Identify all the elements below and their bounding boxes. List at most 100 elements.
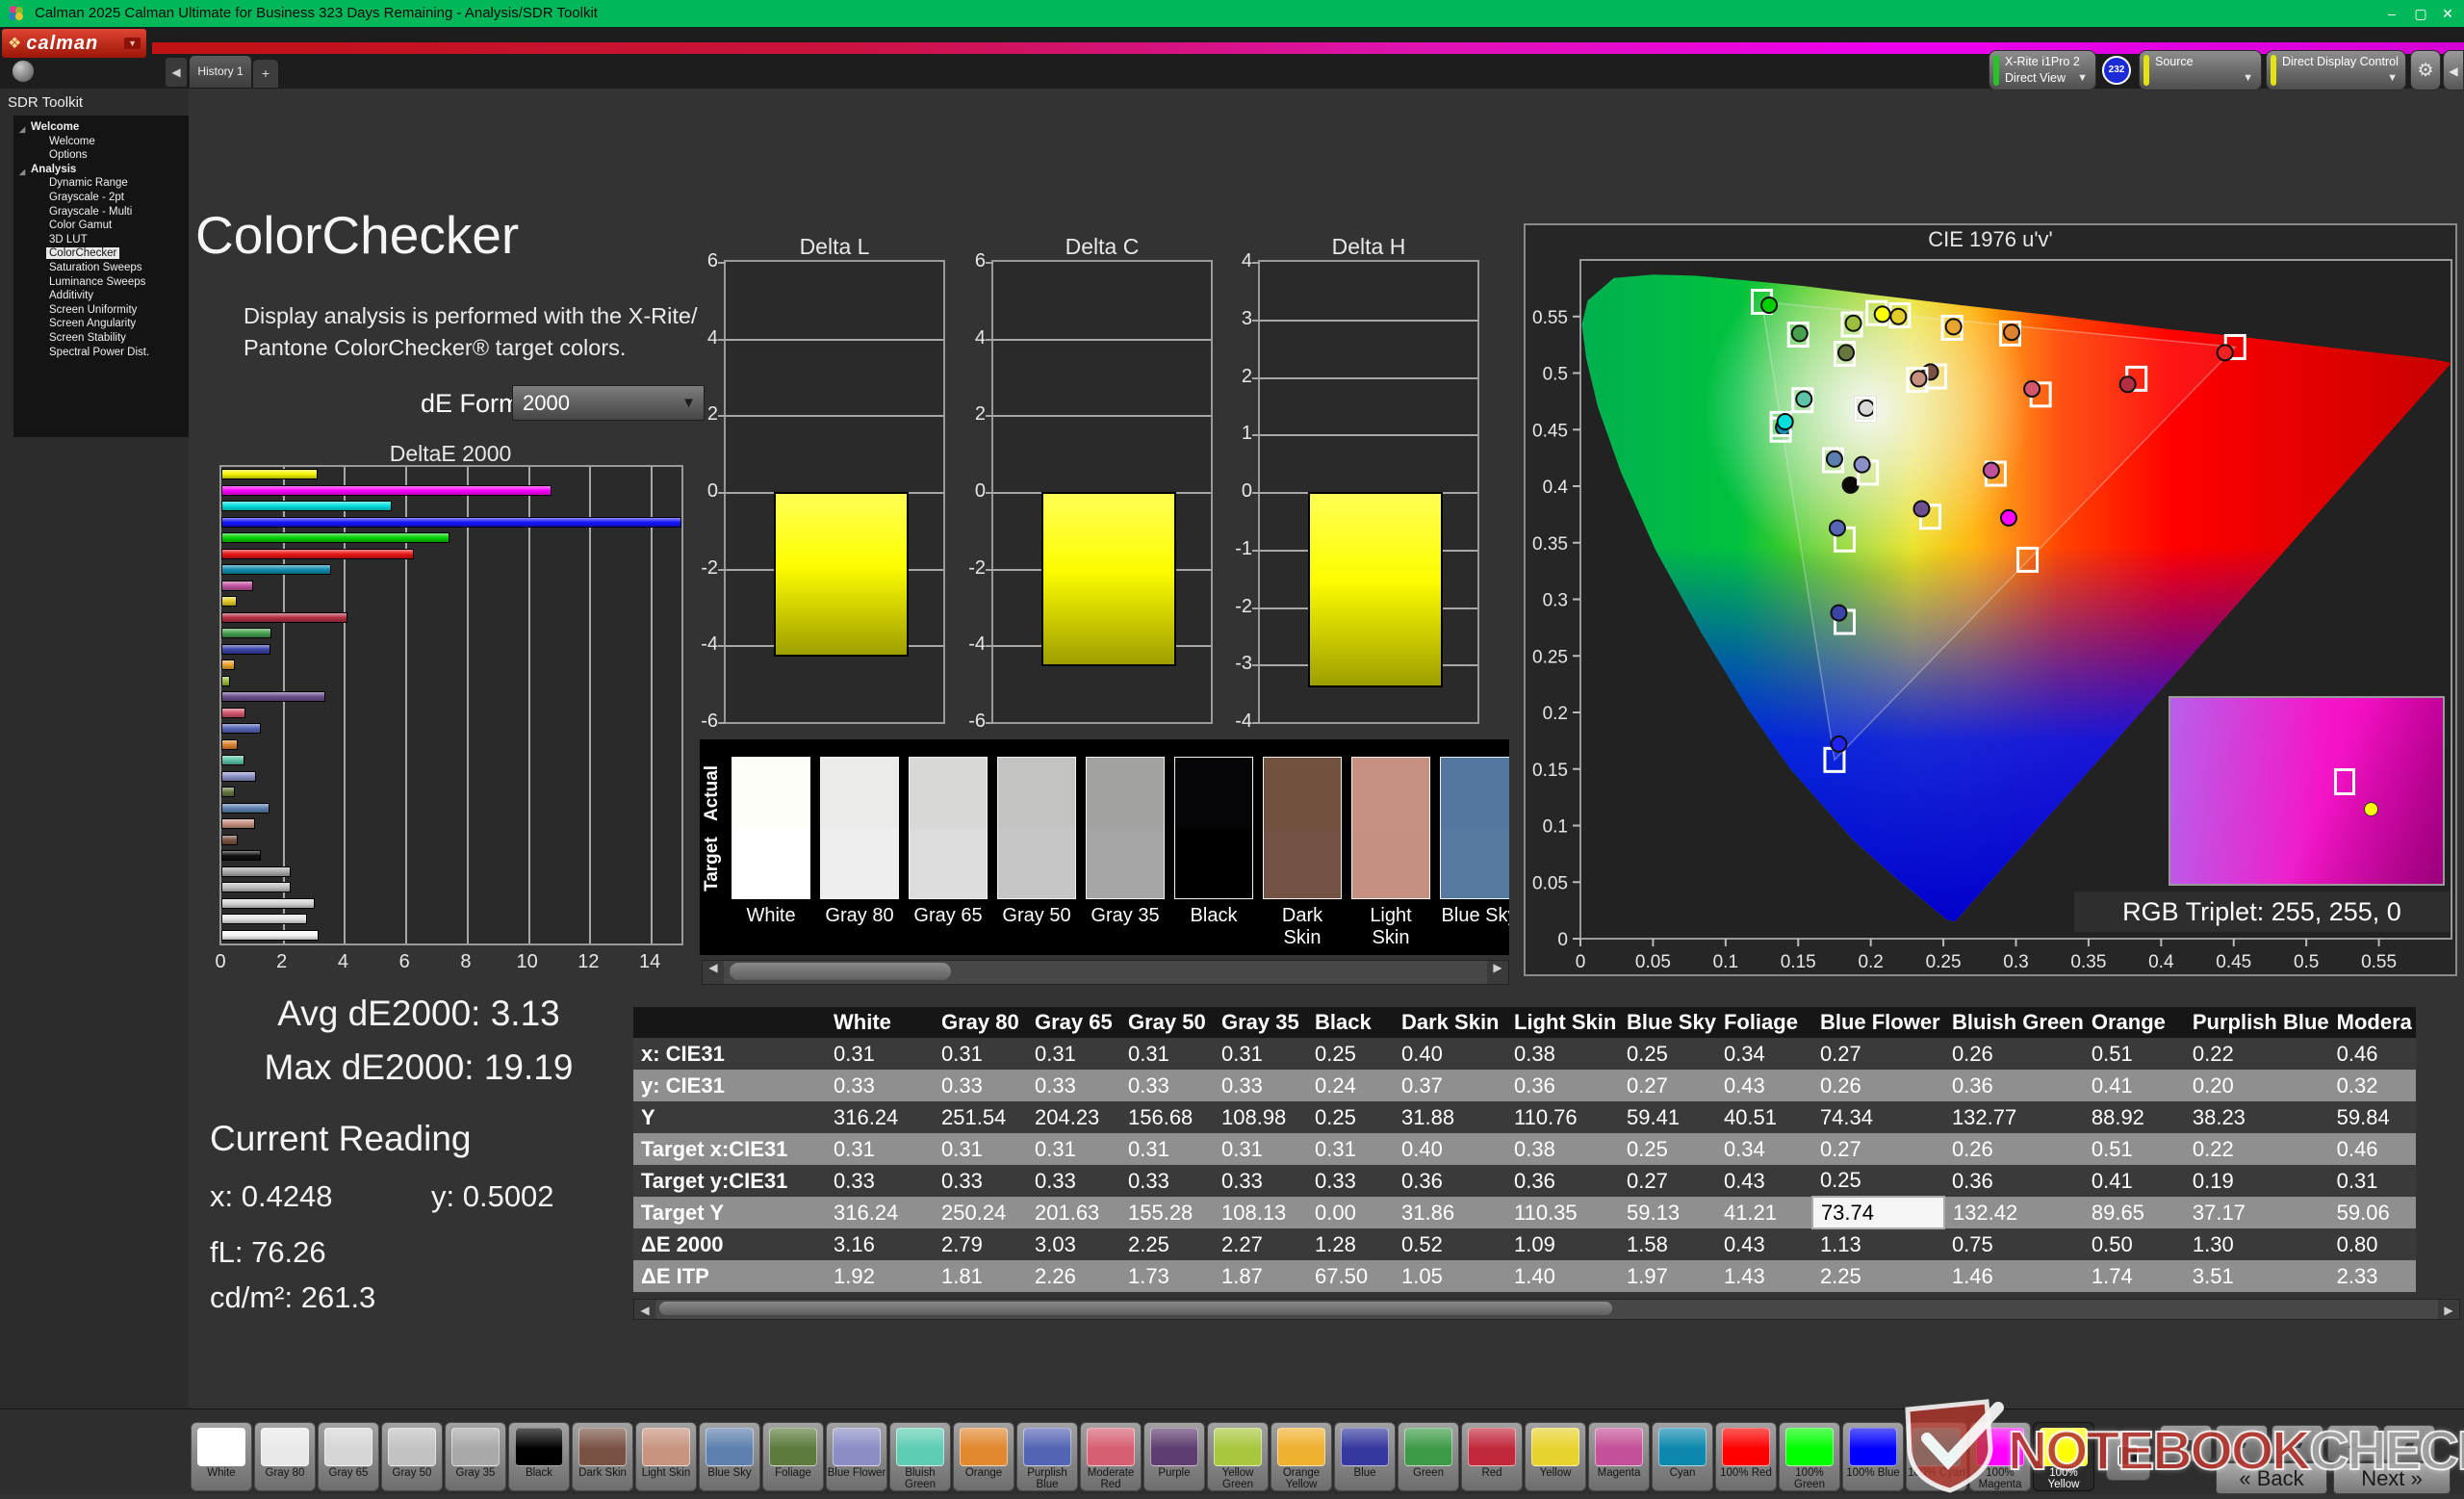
tab-history-1[interactable]: History 1 xyxy=(190,56,251,88)
patch-button-cyan[interactable]: Cyan xyxy=(1652,1422,1713,1491)
patch-button-green[interactable]: Green xyxy=(1398,1422,1459,1491)
scroll-right-icon[interactable]: ▶ xyxy=(2438,1300,2459,1319)
patch-button-white[interactable]: White xyxy=(191,1422,252,1491)
sidebar-item-screen-uniformity[interactable]: Screen Uniformity xyxy=(17,303,189,318)
patch-button-100-yellow[interactable]: 100% Yellow xyxy=(2033,1422,2094,1491)
de-formula-select[interactable]: 2000 ▼ xyxy=(512,385,705,421)
reading-x: x: 0.4248 xyxy=(210,1179,333,1214)
sidebar-item-grayscale-multi[interactable]: Grayscale - Multi xyxy=(17,205,189,220)
sidebar-group-welcome[interactable]: ◢Welcome xyxy=(17,120,189,135)
media-button-2[interactable]: ▰ xyxy=(2216,1425,2268,1461)
tree-expander-icon[interactable]: ◢ xyxy=(19,166,25,180)
patch-button-light-skin[interactable]: Light Skin xyxy=(635,1422,697,1491)
display-control-dropdown[interactable]: Direct Display Control ▼ xyxy=(2266,50,2406,90)
source-dropdown[interactable]: Source ▼ xyxy=(2139,50,2262,90)
sidebar-item-screen-stability[interactable]: Screen Stability xyxy=(17,331,189,346)
patch-button-moderate-red[interactable]: Moderate Red xyxy=(1080,1422,1142,1491)
swatch-strip-scrollbar[interactable]: ◀ ▶ xyxy=(702,960,1509,985)
patch-button-black[interactable]: Black xyxy=(508,1422,570,1491)
patch-button-gray-65[interactable]: Gray 65 xyxy=(318,1422,379,1491)
tree-expander-icon[interactable]: ◢ xyxy=(19,123,25,138)
selected-cell[interactable]: 73.74 xyxy=(1812,1197,1944,1228)
patch-button-purple[interactable]: Purple xyxy=(1143,1422,1205,1491)
patch-button-yellow[interactable]: Yellow xyxy=(1525,1422,1586,1491)
page-title: ColorChecker xyxy=(195,204,519,266)
patch-button-red[interactable]: Red xyxy=(1461,1422,1523,1491)
sidebar-item-dynamic-range[interactable]: Dynamic Range xyxy=(17,176,189,191)
sidebar-item-options[interactable]: Options xyxy=(17,148,189,163)
patch-button-orange[interactable]: Orange xyxy=(953,1422,1014,1491)
actual-target-swatch-strip: ActualTargetWhiteGray 80Gray 65Gray 50Gr… xyxy=(700,739,1509,955)
table-cell: 1.73 xyxy=(1120,1260,1214,1292)
sidebar-item-3d-lut[interactable]: 3D LUT xyxy=(17,233,189,247)
patch-button-dark-skin[interactable]: Dark Skin xyxy=(572,1422,633,1491)
sidebar-item-color-gamut[interactable]: Color Gamut xyxy=(17,219,189,233)
reading-cdm2: cd/m²: 261.3 xyxy=(210,1280,375,1315)
calman-menu-chevron-icon: ▼ xyxy=(124,38,141,49)
column-header: Blue Flower xyxy=(1812,1007,1944,1038)
close-button[interactable]: ✕ xyxy=(2433,0,2462,27)
collapse-panel-icon[interactable]: ◀ xyxy=(2443,50,2464,90)
sidebar-item-screen-angularity[interactable]: Screen Angularity xyxy=(17,317,189,331)
patch-button-100-green[interactable]: 100% Green xyxy=(1779,1422,1840,1491)
sidebar-item-grayscale-2pt[interactable]: Grayscale - 2pt xyxy=(17,191,189,205)
tick-mark xyxy=(1252,722,1260,724)
gear-icon[interactable]: ⚙ xyxy=(2410,50,2441,90)
patch-button-blue-sky[interactable]: Blue Sky xyxy=(699,1422,760,1491)
media-button-3[interactable]: ▰ xyxy=(2272,1425,2323,1461)
patch-button-gray-35[interactable]: Gray 35 xyxy=(445,1422,506,1491)
bar-100-green xyxy=(221,532,449,543)
calman-menu-button[interactable]: ❖ calman ▼ xyxy=(2,29,146,58)
workspace-orb-button[interactable] xyxy=(12,60,35,83)
pattern-window-button[interactable] xyxy=(2106,1431,2150,1481)
sidebar-item-luminance-sweeps[interactable]: Luminance Sweeps xyxy=(17,275,189,290)
patch-button-blue[interactable]: Blue xyxy=(1334,1422,1396,1491)
media-button-4[interactable]: ▰ xyxy=(2327,1425,2379,1461)
swatch-label: Light Skin xyxy=(1351,905,1430,949)
patch-button-bluish-green[interactable]: Bluish Green xyxy=(889,1422,951,1491)
back-button[interactable]: « Back xyxy=(2216,1462,2327,1494)
sidebar-group-analysis[interactable]: ◢Analysis xyxy=(17,163,189,177)
svg-text:0.4: 0.4 xyxy=(1543,478,1569,498)
scroll-right-icon[interactable]: ▶ xyxy=(1487,961,1508,984)
meter-port-badge[interactable]: 232 xyxy=(2102,56,2131,85)
patch-button-blue-flower[interactable]: Blue Flower xyxy=(826,1422,887,1491)
sidebar-item-additivity[interactable]: Additivity xyxy=(17,289,189,303)
table-cell: 0.31 xyxy=(934,1133,1027,1165)
patch-button-gray-50[interactable]: Gray 50 xyxy=(381,1422,443,1491)
scroll-left-icon[interactable]: ◀ xyxy=(703,961,724,984)
patch-color-chip xyxy=(1976,1428,2024,1466)
patch-button-magenta[interactable]: Magenta xyxy=(1588,1422,1650,1491)
minimize-button[interactable]: – xyxy=(2377,0,2406,27)
meter-dropdown[interactable]: X-Rite i1Pro 2 Direct View ▼ xyxy=(1989,50,2096,90)
back-label: Back xyxy=(2257,1466,2304,1490)
swatch-label: White xyxy=(732,905,810,927)
patch-button-100-magenta[interactable]: 100% Magenta xyxy=(1969,1422,2031,1491)
y-tick-label: 0 xyxy=(689,480,718,503)
media-button-5[interactable]: ▰ xyxy=(2383,1425,2435,1461)
patch-button-orange-yellow[interactable]: Orange Yellow xyxy=(1270,1422,1332,1491)
sidebar-item-spectral-power-dist-[interactable]: Spectral Power Dist. xyxy=(17,346,189,360)
patch-button-purplish-blue[interactable]: Purplish Blue xyxy=(1016,1422,1078,1491)
media-button-1[interactable]: ▮▮ xyxy=(2160,1425,2212,1461)
bar-light-skin xyxy=(221,818,255,829)
scrollbar-thumb[interactable] xyxy=(659,1302,1612,1315)
patch-button-foliage[interactable]: Foliage xyxy=(762,1422,824,1491)
table-cell: 2.27 xyxy=(1214,1228,1307,1260)
next-button[interactable]: Next » xyxy=(2333,1462,2451,1494)
sidebar-item-saturation-sweeps[interactable]: Saturation Sweeps xyxy=(17,261,189,275)
sidebar-item-colorchecker[interactable]: ColorChecker xyxy=(17,246,189,261)
svg-text:0.55: 0.55 xyxy=(1532,308,1568,328)
patch-button-100-blue[interactable]: 100% Blue xyxy=(1842,1422,1904,1491)
history-back-icon[interactable]: ◀ xyxy=(166,58,187,87)
scrollbar-thumb[interactable] xyxy=(730,963,951,980)
maximize-button[interactable]: ▢ xyxy=(2406,0,2435,27)
scroll-left-icon[interactable]: ◀ xyxy=(634,1300,655,1319)
add-tab-button[interactable]: + xyxy=(253,60,278,88)
sidebar-item-welcome[interactable]: Welcome xyxy=(17,135,189,149)
patch-button-gray-80[interactable]: Gray 80 xyxy=(254,1422,316,1491)
table-scrollbar[interactable]: ◀ ▶ xyxy=(633,1299,2460,1320)
patch-button-100-red[interactable]: 100% Red xyxy=(1715,1422,1777,1491)
patch-button-100-cyan[interactable]: 100% Cyan xyxy=(1906,1422,1967,1491)
patch-button-yellow-green[interactable]: Yellow Green xyxy=(1207,1422,1269,1491)
